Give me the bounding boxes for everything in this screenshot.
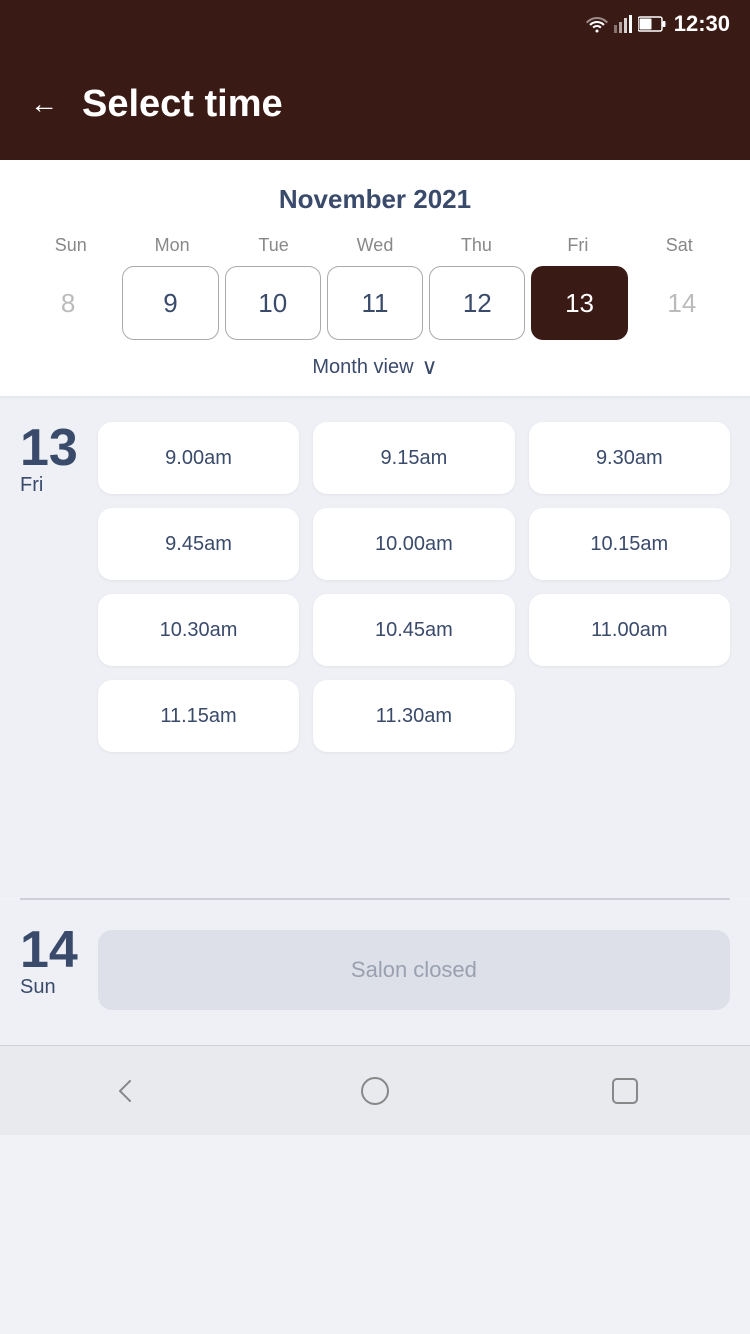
day-9[interactable]: 9 [122, 266, 218, 340]
back-button[interactable]: ← [30, 90, 58, 118]
weekday-sun: Sun [20, 235, 121, 256]
home-nav-button[interactable] [350, 1066, 400, 1116]
status-icons [586, 15, 666, 33]
weekday-sat: Sat [629, 235, 730, 256]
signal-icon [614, 15, 632, 33]
day13-label: 13 Fri [20, 422, 78, 497]
calendar: November 2021 Sun Mon Tue Wed Thu Fri Sa… [0, 160, 750, 396]
weekdays-row: Sun Mon Tue Wed Thu Fri Sat [20, 235, 730, 256]
slot-1015am[interactable]: 10.15am [529, 508, 730, 580]
status-bar: 12:30 [0, 0, 750, 48]
day14-row: 14 Sun Salon closed [20, 924, 730, 1015]
day14-number: 14 [20, 924, 78, 976]
month-view-toggle[interactable]: Month view ∨ [20, 354, 730, 380]
slot-1045am[interactable]: 10.45am [313, 594, 514, 666]
slot-915am[interactable]: 9.15am [313, 422, 514, 494]
battery-icon [638, 16, 666, 32]
day-14[interactable]: 14 [634, 266, 730, 340]
slot-1000am[interactable]: 10.00am [313, 508, 514, 580]
week-row: 8 9 10 11 12 13 14 [20, 266, 730, 340]
day-8[interactable]: 8 [20, 266, 116, 340]
day13-name: Fri [20, 474, 43, 497]
back-nav-icon [110, 1076, 140, 1106]
slot-1100am[interactable]: 11.00am [529, 594, 730, 666]
weekday-tue: Tue [223, 235, 324, 256]
back-nav-button[interactable] [100, 1066, 150, 1116]
day14-section: 14 Sun Salon closed [0, 900, 750, 1045]
weekday-fri: Fri [527, 235, 628, 256]
slot-930am[interactable]: 9.30am [529, 422, 730, 494]
day-10[interactable]: 10 [225, 266, 321, 340]
nav-bar [0, 1045, 750, 1135]
day-12[interactable]: 12 [429, 266, 525, 340]
day14-label: 14 Sun [20, 924, 78, 999]
weekday-thu: Thu [426, 235, 527, 256]
recent-nav-button[interactable] [600, 1066, 650, 1116]
status-time: 12:30 [674, 11, 730, 37]
slot-1030am[interactable]: 10.30am [98, 594, 299, 666]
wifi-icon [586, 15, 608, 33]
month-title: November 2021 [20, 184, 730, 215]
day14-name: Sun [20, 976, 56, 999]
day-13[interactable]: 13 [531, 266, 627, 340]
weekday-wed: Wed [324, 235, 425, 256]
day13-number: 13 [20, 422, 78, 474]
home-nav-icon [360, 1076, 390, 1106]
recent-nav-icon [610, 1076, 640, 1106]
salon-closed-label: Salon closed [351, 957, 477, 983]
weekday-mon: Mon [121, 235, 222, 256]
page-title: Select time [82, 83, 283, 126]
slots-grid: 9.00am 9.15am 9.30am 9.45am 10.00am 10.1… [98, 422, 730, 752]
slot-900am[interactable]: 9.00am [98, 422, 299, 494]
month-view-label: Month view [312, 356, 413, 379]
day13-section: 13 Fri 9.00am 9.15am 9.30am 9.45am 10.00… [0, 398, 750, 898]
salon-closed-box: Salon closed [98, 930, 730, 1010]
slot-945am[interactable]: 9.45am [98, 508, 299, 580]
chevron-down-icon: ∨ [422, 354, 438, 380]
day-11[interactable]: 11 [327, 266, 423, 340]
app-header: ← Select time [0, 48, 750, 160]
slot-1115am[interactable]: 11.15am [98, 680, 299, 752]
slot-1130am[interactable]: 11.30am [313, 680, 514, 752]
